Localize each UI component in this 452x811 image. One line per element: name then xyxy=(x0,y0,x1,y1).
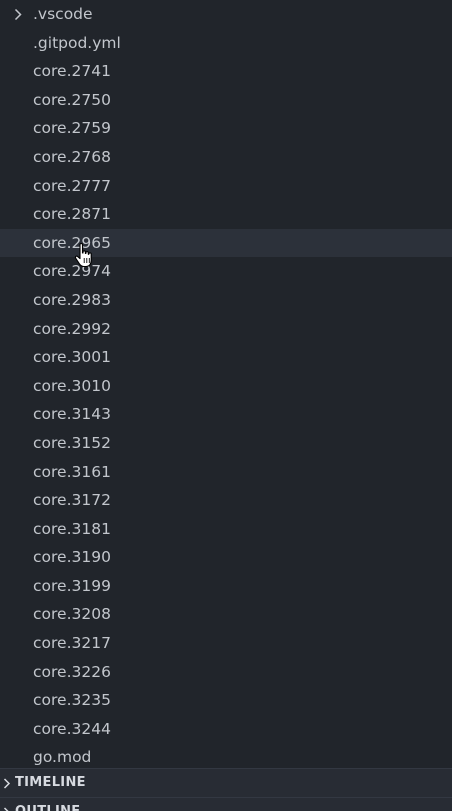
file-item[interactable]: core.2992 xyxy=(0,315,452,344)
file-label: .gitpod.yml xyxy=(33,33,121,52)
file-label: core.2992 xyxy=(33,319,111,338)
file-label: core.3208 xyxy=(33,605,111,624)
file-item[interactable]: core.3181 xyxy=(0,515,452,544)
file-item[interactable]: core.2750 xyxy=(0,86,452,115)
file-item[interactable]: core.2777 xyxy=(0,172,452,201)
file-label: core.3244 xyxy=(33,719,111,738)
file-label: core.3181 xyxy=(33,519,111,538)
timeline-section-header[interactable]: TIMELINE xyxy=(0,769,452,797)
file-label: core.2741 xyxy=(33,62,111,81)
folder-label: .vscode xyxy=(33,5,93,23)
chevron-right-icon xyxy=(11,0,25,29)
file-label: core.2983 xyxy=(33,290,111,309)
file-item[interactable]: core.3235 xyxy=(0,686,452,715)
file-item[interactable]: core.3010 xyxy=(0,372,452,401)
file-item[interactable]: core.3001 xyxy=(0,343,452,372)
chevron-right-icon xyxy=(1,769,13,797)
file-item[interactable]: core.2759 xyxy=(0,114,452,143)
outline-section-label: OUTLINE xyxy=(15,798,80,811)
file-item[interactable]: core.3217 xyxy=(0,629,452,658)
file-label: core.3010 xyxy=(33,376,111,395)
file-item[interactable]: core.2965 xyxy=(0,228,452,258)
file-label: core.2777 xyxy=(33,176,111,195)
file-label: core.2974 xyxy=(33,262,111,281)
file-item[interactable]: core.3161 xyxy=(0,458,452,487)
file-label: core.2750 xyxy=(33,90,111,109)
file-label: core.2965 xyxy=(33,233,111,252)
file-item[interactable]: core.2983 xyxy=(0,286,452,315)
file-label: core.3235 xyxy=(33,691,111,710)
file-item[interactable]: core.2871 xyxy=(0,200,452,229)
file-item[interactable]: .gitpod.yml xyxy=(0,29,452,58)
file-item[interactable]: core.3152 xyxy=(0,429,452,458)
file-label: core.3001 xyxy=(33,348,111,367)
file-item[interactable]: core.3190 xyxy=(0,543,452,572)
file-item[interactable]: core.3143 xyxy=(0,400,452,429)
folder-item[interactable]: .vscode xyxy=(0,0,452,29)
file-label: core.3190 xyxy=(33,548,111,567)
file-item[interactable]: go.mod xyxy=(0,743,452,768)
file-item[interactable]: core.2768 xyxy=(0,143,452,172)
file-item[interactable]: core.2974 xyxy=(0,257,452,286)
file-item[interactable]: core.3226 xyxy=(0,658,452,687)
file-label: core.3199 xyxy=(33,576,111,595)
file-label: core.2768 xyxy=(33,147,111,166)
outline-section-header[interactable]: OUTLINE xyxy=(0,797,452,811)
file-label: core.3143 xyxy=(33,405,111,424)
file-label: core.2759 xyxy=(33,119,111,138)
file-item[interactable]: core.3208 xyxy=(0,600,452,629)
file-label: core.3217 xyxy=(33,634,111,653)
file-label: core.3172 xyxy=(33,491,111,510)
file-item[interactable]: core.3199 xyxy=(0,572,452,601)
timeline-section-label: TIMELINE xyxy=(15,775,86,790)
file-item[interactable]: core.2741 xyxy=(0,57,452,86)
chevron-right-icon xyxy=(1,798,13,811)
file-item[interactable]: core.3244 xyxy=(0,715,452,744)
file-label: core.3152 xyxy=(33,433,111,452)
file-item[interactable]: core.3172 xyxy=(0,486,452,515)
file-label: core.3226 xyxy=(33,662,111,681)
explorer-panel: .vscode .gitpod.yml core.2741 core.2750 core… xyxy=(0,0,452,811)
file-tree: .vscode .gitpod.yml core.2741 core.2750 core… xyxy=(0,0,452,768)
file-label: core.2871 xyxy=(33,205,111,224)
file-label: core.3161 xyxy=(33,462,111,481)
file-label: go.mod xyxy=(33,748,92,767)
explorer-sections: TIMELINE OUTLINE xyxy=(0,768,452,811)
